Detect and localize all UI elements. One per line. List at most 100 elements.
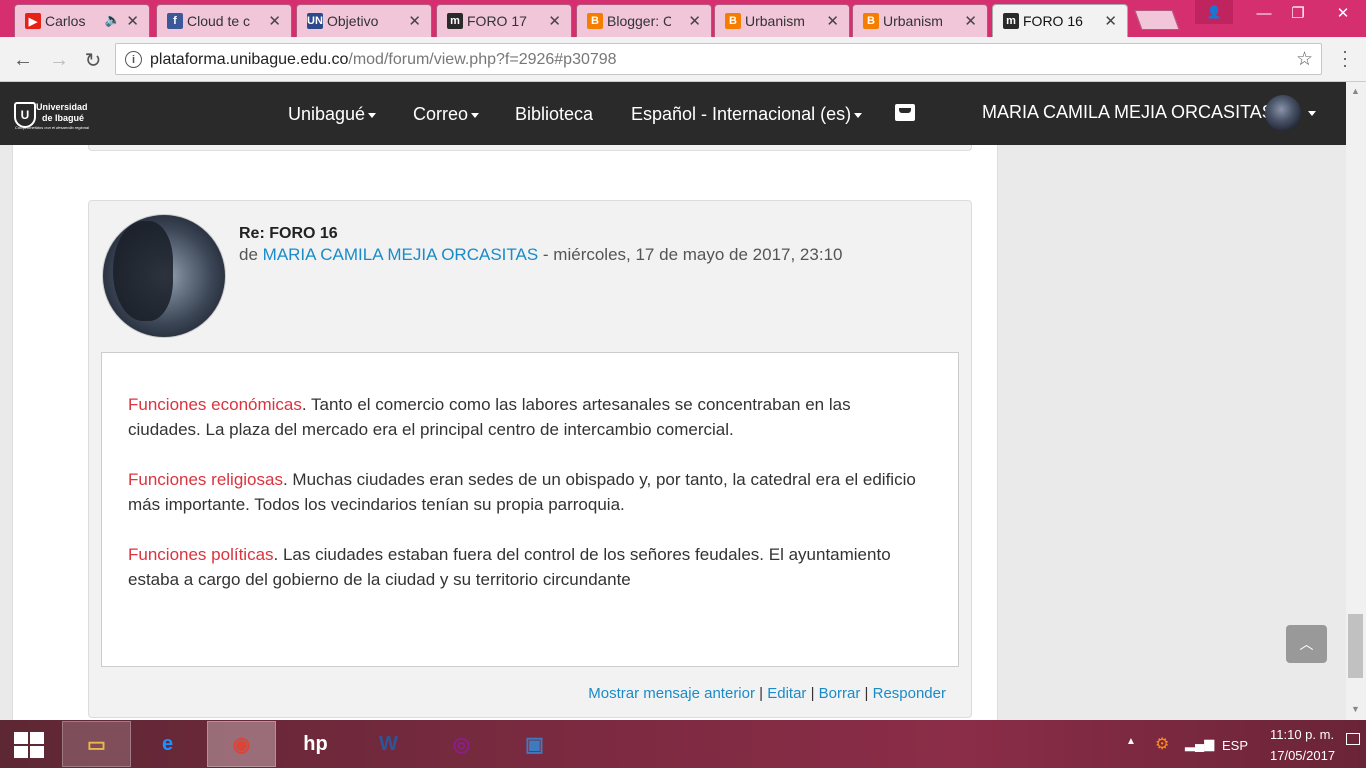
browser-profile-icon[interactable]: 👤 bbox=[1195, 0, 1233, 24]
user-avatar[interactable] bbox=[1265, 95, 1301, 131]
tab-close-icon[interactable]: ✕ bbox=[408, 12, 421, 30]
nav-correo-menu[interactable]: Correo bbox=[413, 104, 480, 125]
tab-title: Carlos bbox=[45, 13, 86, 29]
back-to-top-button[interactable]: ︿ bbox=[1286, 625, 1327, 663]
word-icon: W bbox=[379, 732, 398, 755]
new-tab-button[interactable] bbox=[1134, 10, 1180, 30]
blogger-icon: B bbox=[725, 13, 741, 29]
maximize-button[interactable]: ❐ bbox=[1275, 0, 1321, 26]
windows-start-button[interactable] bbox=[14, 732, 46, 760]
chrome-icon: ◉ bbox=[232, 733, 251, 756]
browser-tab[interactable]: f Cloud te c ✕ bbox=[156, 4, 292, 37]
browser-menu-icon[interactable]: · · · bbox=[1340, 42, 1350, 74]
browser-tab[interactable]: m FORO 16 ✕ bbox=[992, 4, 1128, 37]
clock-date[interactable]: 17/05/2017 bbox=[1270, 748, 1335, 763]
wifi-signal-icon[interactable]: ▂▄▆ bbox=[1185, 736, 1214, 752]
separator: | bbox=[759, 685, 764, 702]
post-commands: Mostrar mensaje anterior | Editar | Borr… bbox=[588, 685, 946, 702]
hp-icon: hp bbox=[303, 732, 328, 755]
scroll-down-arrow-icon[interactable]: ▼ bbox=[1351, 704, 1360, 714]
tab-close-icon[interactable]: ✕ bbox=[1104, 12, 1117, 30]
taskbar-app-file-explorer[interactable]: ▭ bbox=[62, 721, 131, 767]
close-window-button[interactable]: ✕ bbox=[1320, 0, 1366, 26]
site-navbar: U Universidad de Ibagué Comprometidos co… bbox=[0, 82, 1346, 145]
previous-post-bottom bbox=[88, 145, 972, 151]
chevron-down-icon bbox=[854, 112, 863, 118]
tab-close-icon[interactable]: ✕ bbox=[268, 12, 281, 30]
tab-title: Blogger: C bbox=[607, 13, 671, 29]
moodle-icon: m bbox=[1003, 13, 1019, 29]
paragraph-economic: Funciones económicas. Tanto el comercio … bbox=[128, 392, 928, 442]
avast-icon[interactable]: ⚙ bbox=[1155, 734, 1169, 754]
user-menu-chevron-down-icon[interactable] bbox=[1308, 111, 1316, 116]
tab-close-icon[interactable]: ✕ bbox=[126, 12, 139, 30]
nav-unibague-label: Unibagué bbox=[288, 104, 366, 124]
post-author-link[interactable]: MARIA CAMILA MEJIA ORCASITAS bbox=[263, 245, 539, 264]
back-button[interactable]: ← bbox=[12, 49, 34, 71]
user-menu-name[interactable]: MARIA CAMILA MEJIA ORCASITAS bbox=[982, 102, 1274, 123]
reply-link[interactable]: Responder bbox=[873, 685, 946, 702]
clock-time[interactable]: 11:10 p. m. bbox=[1270, 727, 1334, 742]
browser-tab[interactable]: ▶ Carlos 🔈 ✕ bbox=[14, 4, 150, 37]
post-author-avatar[interactable] bbox=[102, 214, 226, 338]
byline-prefix: de bbox=[239, 245, 258, 264]
url-text[interactable]: plataforma.unibague.edu.co/mod/forum/vie… bbox=[150, 51, 617, 69]
taskbar-app-internet-explorer[interactable]: e bbox=[133, 721, 202, 767]
browser-tab[interactable]: B Urbanism ✕ bbox=[714, 4, 850, 37]
tab-close-icon[interactable]: ✕ bbox=[826, 12, 839, 30]
address-bar[interactable]: i plataforma.unibague.edu.co/mod/forum/v… bbox=[115, 43, 1322, 75]
chevron-up-icon: ︿ bbox=[1299, 636, 1314, 652]
tab-title: Objetivo bbox=[327, 13, 379, 29]
show-parent-link[interactable]: Mostrar mensaje anterior bbox=[588, 685, 755, 702]
bookmark-star-icon[interactable]: ☆ bbox=[1296, 48, 1313, 71]
nav-biblioteca-link[interactable]: Biblioteca bbox=[515, 104, 593, 125]
paragraph-political: Funciones políticas. Las ciudades estaba… bbox=[128, 542, 928, 592]
forward-button[interactable]: → bbox=[48, 49, 70, 71]
logo-tagline: Comprometidos con el desarrollo regional bbox=[15, 125, 90, 130]
post-subject: Re: FORO 16 bbox=[239, 225, 338, 242]
speaker-icon[interactable]: 🔈 bbox=[105, 12, 121, 28]
paragraph-religious: Funciones religiosas. Muchas ciudades er… bbox=[128, 467, 928, 517]
site-info-icon[interactable]: i bbox=[125, 51, 142, 68]
post-byline: de MARIA CAMILA MEJIA ORCASITAS - miérco… bbox=[239, 245, 842, 265]
university-logo[interactable]: U Universidad de Ibagué Comprometidos co… bbox=[14, 100, 94, 132]
reload-button[interactable]: ↻ bbox=[82, 49, 104, 72]
blogger-icon: B bbox=[587, 13, 603, 29]
url-host: plataforma.unibague.edu.co bbox=[150, 51, 349, 68]
separator: | bbox=[810, 685, 815, 702]
tab-close-icon[interactable]: ✕ bbox=[964, 12, 977, 30]
nav-unibague-menu[interactable]: Unibagué bbox=[288, 104, 377, 125]
browser-tab[interactable]: B Urbanism ✕ bbox=[852, 4, 988, 37]
browser-tab[interactable]: B Blogger: C ✕ bbox=[576, 4, 712, 37]
tab-title: FORO 17 bbox=[467, 13, 527, 29]
tab-title: Cloud te c bbox=[187, 13, 251, 29]
tray-overflow-chevron-icon[interactable]: ▲ bbox=[1126, 736, 1136, 747]
moodle-icon: m bbox=[447, 13, 463, 29]
nav-language-menu[interactable]: Español - Internacional (es) bbox=[631, 104, 863, 125]
taskbar-app-camera[interactable]: ◎ bbox=[427, 721, 496, 767]
url-path: /mod/forum/view.php?f=2926#p30798 bbox=[348, 51, 617, 68]
taskbar-app-chrome[interactable]: ◉ bbox=[207, 721, 276, 767]
camera-icon: ◎ bbox=[452, 733, 471, 756]
paragraph-heading: Funciones religiosas bbox=[128, 470, 283, 489]
input-language[interactable]: ESP bbox=[1222, 738, 1248, 753]
scrollbar-thumb[interactable] bbox=[1348, 614, 1363, 678]
notifications-icon[interactable] bbox=[1346, 733, 1360, 745]
taskbar-app-word[interactable]: W bbox=[354, 721, 423, 767]
tab-close-icon[interactable]: ✕ bbox=[688, 12, 701, 30]
delete-link[interactable]: Borrar bbox=[819, 685, 861, 702]
facebook-icon: f bbox=[167, 13, 183, 29]
browser-toolbar: ← → ↻ i plataforma.unibague.edu.co/mod/f… bbox=[0, 37, 1366, 82]
taskbar-app-photos[interactable]: ▣ bbox=[500, 721, 569, 767]
tab-close-icon[interactable]: ✕ bbox=[548, 12, 561, 30]
tab-title: Urbanism bbox=[745, 13, 805, 29]
messages-icon[interactable] bbox=[895, 104, 915, 121]
browser-tab[interactable]: UN Objetivo ✕ bbox=[296, 4, 432, 37]
taskbar-app-hp[interactable]: hp bbox=[281, 721, 350, 767]
browser-tab-strip: ▶ Carlos 🔈 ✕ f Cloud te c ✕ UN Objetivo ✕ m FORO 17… bbox=[0, 0, 1366, 37]
scroll-up-arrow-icon[interactable]: ▲ bbox=[1351, 86, 1360, 96]
browser-tab[interactable]: m FORO 17 ✕ bbox=[436, 4, 572, 37]
page-scrollbar[interactable]: ▲ ▼ bbox=[1346, 82, 1366, 720]
nav-language-label: Español - Internacional (es) bbox=[631, 104, 852, 124]
edit-link[interactable]: Editar bbox=[767, 685, 806, 702]
